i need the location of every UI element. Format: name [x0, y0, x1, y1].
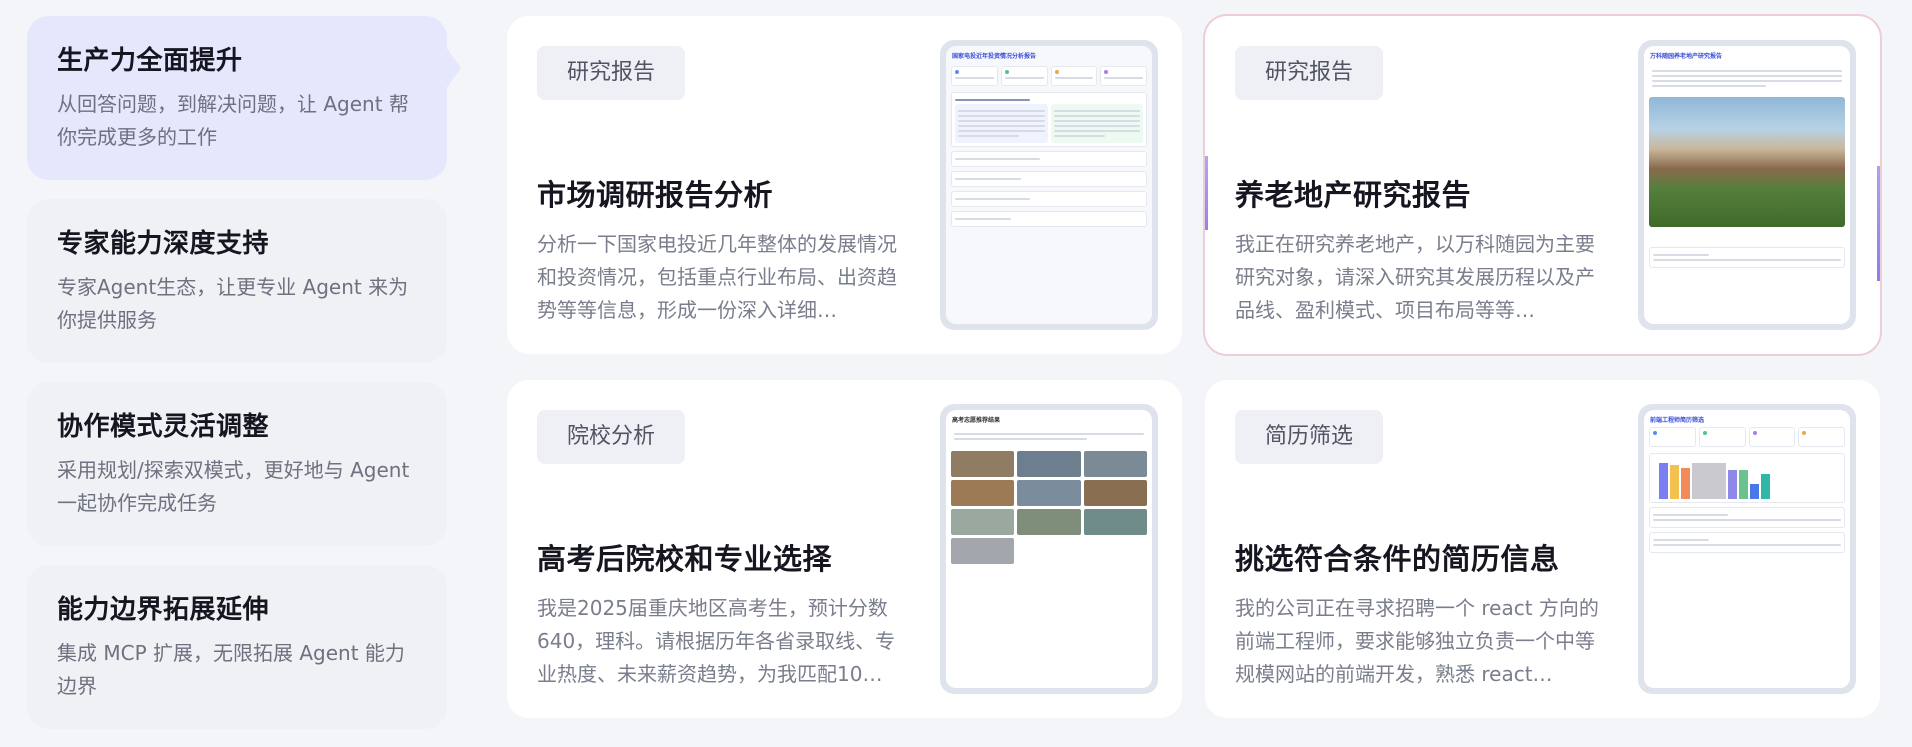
card-desc: 我是2025届重庆地区高考生，预计分数640，理科。请根据历年各省录取线、专业热… — [537, 596, 896, 686]
feature-productivity[interactable]: 生产力全面提升 从回答问题，到解决问题，让 Agent 帮你完成更多的工作 — [27, 16, 461, 180]
preview-title: 前端工程师简历筛选 — [1650, 417, 1705, 424]
card-title: 挑选符合条件的简历信息 — [1235, 542, 1560, 576]
preview-title: 高考志愿推荐结果 — [952, 417, 1001, 424]
feature-desc: 集成 MCP 扩展，无限拓展 Agent 能力边界 — [57, 641, 405, 698]
senior-community-photo — [1649, 97, 1845, 227]
campus-photo-grid — [946, 448, 1152, 567]
feature-desc: 采用规划/探索双模式，更好地与 Agent 一起协作完成任务 — [57, 458, 410, 515]
feature-desc: 专家Agent生态，让更专业 Agent 来为你提供服务 — [57, 275, 409, 332]
report-preview-thumbnail: 国家电投近年投资情况分析报告 — [940, 40, 1158, 330]
feature-title: 生产力全面提升 — [57, 46, 243, 76]
example-card-elderly-real-estate[interactable]: 研究报告 养老地产研究报告 我正在研究养老地产，以万科随园为主要研究对象，请深入… — [1205, 16, 1880, 354]
example-card-market-research[interactable]: 研究报告 市场调研报告分析 分析一下国家电投近几年整体的发展情况和投资情况，包括… — [507, 16, 1182, 354]
report-preview-thumbnail: 高考志愿推荐结果 — [940, 404, 1158, 694]
card-tag: 院校分析 — [537, 410, 686, 464]
preview-title: 万科随园养老地产研究报告 — [1650, 53, 1723, 60]
candidate-score-chart — [1649, 453, 1845, 503]
card-desc: 分析一下国家电投近几年整体的发展情况和投资情况，包括重点行业布局、出资趋势等等信… — [537, 232, 897, 322]
feature-title: 协作模式灵活调整 — [57, 412, 270, 442]
feature-desc: 从回答问题，到解决问题，让 Agent 帮你完成更多的工作 — [57, 92, 409, 149]
report-preview-thumbnail: 万科随园养老地产研究报告 — [1638, 40, 1856, 330]
card-tag: 简历筛选 — [1235, 410, 1384, 464]
preview-title: 国家电投近年投资情况分析报告 — [952, 53, 1037, 60]
feature-extension[interactable]: 能力边界拓展延伸 集成 MCP 扩展，无限拓展 Agent 能力边界 — [27, 565, 447, 729]
card-desc: 我的公司正在寻求招聘一个 react 方向的前端工程师，要求能够独立负责一个中等… — [1235, 596, 1599, 686]
card-title: 市场调研报告分析 — [537, 178, 774, 212]
highlight-accent — [1877, 166, 1880, 281]
example-card-resume-screening[interactable]: 简历筛选 挑选符合条件的简历信息 我的公司正在寻求招聘一个 react 方向的前… — [1205, 380, 1880, 718]
highlight-accent — [1205, 156, 1208, 230]
card-desc: 我正在研究养老地产，以万科随园为主要研究对象，请深入研究其发展历程以及产品线、盈… — [1235, 232, 1595, 322]
report-preview-thumbnail: 前端工程师简历筛选 — [1638, 404, 1856, 694]
feature-expert[interactable]: 专家能力深度支持 专家Agent生态，让更专业 Agent 来为你提供服务 — [27, 199, 447, 363]
feature-title: 能力边界拓展延伸 — [57, 595, 270, 625]
feature-list: 生产力全面提升 从回答问题，到解决问题，让 Agent 帮你完成更多的工作 专家… — [27, 16, 461, 747]
preview-stats — [946, 64, 1152, 88]
card-tag: 研究报告 — [1235, 46, 1384, 100]
card-title: 养老地产研究报告 — [1235, 178, 1472, 212]
example-card-college-choice[interactable]: 院校分析 高考后院校和专业选择 我是2025届重庆地区高考生，预计分数640，理… — [507, 380, 1182, 718]
card-title: 高考后院校和专业选择 — [537, 542, 833, 576]
feature-collaboration[interactable]: 协作模式灵活调整 采用规划/探索双模式，更好地与 Agent 一起协作完成任务 — [27, 382, 447, 546]
feature-title: 专家能力深度支持 — [57, 229, 270, 259]
card-tag: 研究报告 — [537, 46, 686, 100]
